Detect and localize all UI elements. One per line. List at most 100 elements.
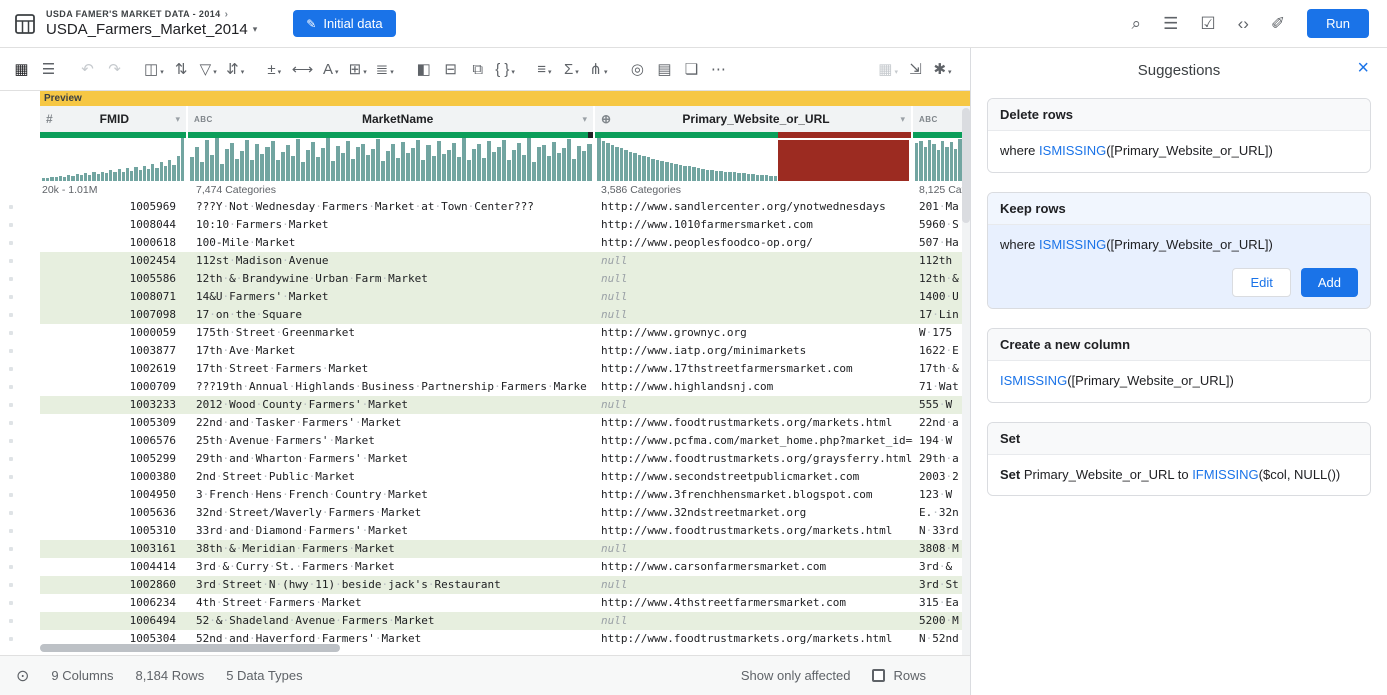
cell-fmid[interactable]: 1005636 xyxy=(40,504,188,522)
cell-primary-website[interactable]: http://www.foodtrustmarkets.org/markets.… xyxy=(595,630,913,648)
cell-market-name[interactable]: 3rd·Street·N·(hwy·11)·beside·jack's·Rest… xyxy=(188,576,595,594)
cell-fmid[interactable]: 1000059 xyxy=(40,324,188,342)
cell-primary-website[interactable]: http://www.iatp.org/minimarkets xyxy=(595,342,913,360)
suggestion-card-set[interactable]: SetSet Primary_Website_or_URL to IFMISSI… xyxy=(987,422,1371,497)
row-marker[interactable] xyxy=(0,450,40,468)
sample-icon[interactable]: ⋔▾ xyxy=(585,54,612,84)
table-row[interactable]: 100563632nd·Street/Waverly·Farmers·Marke… xyxy=(0,504,970,522)
row-marker[interactable] xyxy=(0,468,40,486)
initial-data-button[interactable]: ✎Initial data xyxy=(293,10,395,37)
close-icon[interactable]: × xyxy=(1357,58,1369,78)
union-icon[interactable]: ⇅ xyxy=(168,54,195,84)
table-row[interactable]: 10049503·French·Hens·French·Country·Mark… xyxy=(0,486,970,504)
row-marker[interactable] xyxy=(0,342,40,360)
export-icon[interactable]: ⇲ xyxy=(902,54,929,84)
edit-pen-icon[interactable]: ✐ xyxy=(1271,15,1285,32)
table-row[interactable]: 10028603rd·Street·N·(hwy·11)·beside·jack… xyxy=(0,576,970,594)
cell-primary-website[interactable]: null xyxy=(595,540,913,558)
split-icon[interactable]: ◧ xyxy=(410,54,437,84)
cell-fmid[interactable]: 1005299 xyxy=(40,450,188,468)
cell-market-name[interactable]: 3·French·Hens·French·Country·Market xyxy=(188,486,595,504)
table-row[interactable]: 10044143rd·&·Curry·St.·Farmers·Markethtt… xyxy=(0,558,970,576)
row-marker[interactable] xyxy=(0,558,40,576)
aggregate-icon[interactable]: Σ▾ xyxy=(558,54,585,84)
row-marker[interactable] xyxy=(0,252,40,270)
horizontal-scrollbar[interactable] xyxy=(40,644,340,652)
cell-primary-website[interactable]: null xyxy=(595,270,913,288)
table-row[interactable]: 1002454112st·Madison·Avenuenull112th xyxy=(0,252,970,270)
cell-market-name[interactable]: 17th·Ave·Market xyxy=(188,342,595,360)
table-row[interactable]: 100558612th·&·Brandywine·Urban·Farm·Mark… xyxy=(0,270,970,288)
breadcrumb[interactable]: USDA FAMER'S MARKET DATA - 2014› xyxy=(46,9,257,21)
formula-icon[interactable]: ±▾ xyxy=(261,54,288,84)
column-menu-icon[interactable]: ▾ xyxy=(175,114,180,125)
cell-market-name[interactable]: 100-Mile·Market xyxy=(188,234,595,252)
row-marker[interactable] xyxy=(0,414,40,432)
grid-view-icon[interactable]: ▦ xyxy=(8,54,35,84)
table-row[interactable]: 100804410:10·Farmers·Markethttp://www.10… xyxy=(0,216,970,234)
run-button[interactable]: Run xyxy=(1307,9,1369,38)
cell-market-name[interactable]: ???19th·Annual·Highlands·Business·Partne… xyxy=(188,378,595,396)
recipe-list-icon[interactable]: ☰ xyxy=(1163,15,1178,32)
cell-fmid[interactable]: 1008071 xyxy=(40,288,188,306)
row-marker[interactable] xyxy=(0,522,40,540)
cell-market-name[interactable]: 38th·&·Meridian·Farmers·Market xyxy=(188,540,595,558)
vertical-scrollbar[interactable] xyxy=(962,106,970,655)
row-marker[interactable] xyxy=(0,594,40,612)
rows-toggle[interactable]: Rows xyxy=(872,668,926,683)
missing-values-bar[interactable] xyxy=(778,140,909,181)
align-icon[interactable]: ≡▾ xyxy=(531,54,558,84)
row-marker[interactable] xyxy=(0,396,40,414)
cell-primary-website[interactable]: http://www.grownyc.org xyxy=(595,324,913,342)
cell-fmid[interactable]: 1006494 xyxy=(40,612,188,630)
cell-market-name[interactable]: 29th·and·Wharton·Farmers'·Market xyxy=(188,450,595,468)
cell-primary-website[interactable]: http://www.4thstreetfarmersmarket.com xyxy=(595,594,913,612)
scale-icon[interactable]: ⟷ xyxy=(288,54,318,84)
cell-fmid[interactable]: 1000709 xyxy=(40,378,188,396)
sort-icon[interactable]: ⇵▾ xyxy=(222,54,249,84)
cell-primary-website[interactable]: http://www.17thstreetfarmersmarket.com xyxy=(595,360,913,378)
dataset-title[interactable]: USDA_Farmers_Market_2014▾ xyxy=(46,21,257,38)
cell-fmid[interactable]: 1005586 xyxy=(40,270,188,288)
comment-icon[interactable]: ❏ xyxy=(678,54,705,84)
cell-market-name[interactable]: 52·&·Shadeland·Avenue·Farmers·Market xyxy=(188,612,595,630)
row-marker[interactable] xyxy=(0,432,40,450)
cell-primary-website[interactable]: null xyxy=(595,612,913,630)
cell-primary-website[interactable]: http://www.sandlercenter.org/ynotwednesd… xyxy=(595,198,913,216)
standardize-icon[interactable]: ◎ xyxy=(624,54,651,84)
cell-market-name[interactable]: 175th·Street·Greenmarket xyxy=(188,324,595,342)
cell-fmid[interactable]: 1008044 xyxy=(40,216,188,234)
table-row[interactable]: 100387717th·Ave·Markethttp://www.iatp.or… xyxy=(0,342,970,360)
cell-fmid[interactable]: 1005969 xyxy=(40,198,188,216)
row-marker[interactable] xyxy=(0,360,40,378)
cell-market-name[interactable]: 33rd·and·Diamond·Farmers'·Market xyxy=(188,522,595,540)
row-marker[interactable] xyxy=(0,504,40,522)
column-histogram[interactable] xyxy=(188,138,595,181)
column-header-Primary_Website_or_URL[interactable]: ⊕Primary_Website_or_URL▾ xyxy=(595,106,913,132)
suggestion-card-delete-rows[interactable]: Delete rowswhere ISMISSING([Primary_Webs… xyxy=(987,98,1371,173)
cell-primary-website[interactable]: http://www.foodtrustmarkets.org/markets.… xyxy=(595,414,913,432)
row-marker[interactable] xyxy=(0,324,40,342)
cell-primary-website[interactable]: http://www.32ndstreetmarket.org xyxy=(595,504,913,522)
table-row[interactable]: 100657625th·Avenue·Farmers'·Markethttp:/… xyxy=(0,432,970,450)
column-header-FMID[interactable]: #FMID▾ xyxy=(40,106,188,132)
search-icon[interactable]: ⌕ xyxy=(1132,15,1142,32)
cell-primary-website[interactable]: null xyxy=(595,252,913,270)
cell-fmid[interactable]: 1002860 xyxy=(40,576,188,594)
cell-fmid[interactable]: 1005310 xyxy=(40,522,188,540)
cell-market-name[interactable]: 32nd·Street/Waverly·Farmers·Market xyxy=(188,504,595,522)
cell-market-name[interactable]: 10:10·Farmers·Market xyxy=(188,216,595,234)
cell-fmid[interactable]: 1007098 xyxy=(40,306,188,324)
cell-fmid[interactable]: 1005309 xyxy=(40,414,188,432)
more-icon[interactable]: ⋯ xyxy=(705,54,732,84)
row-marker[interactable] xyxy=(0,540,40,558)
eye-icon[interactable]: ⊙ xyxy=(16,666,29,686)
row-marker[interactable] xyxy=(0,216,40,234)
table-row[interactable]: 1000709???19th·Annual·Highlands·Business… xyxy=(0,378,970,396)
cell-primary-website[interactable]: http://www.foodtrustmarkets.org/markets.… xyxy=(595,522,913,540)
merge-icon[interactable]: ⊞▾ xyxy=(344,54,371,84)
cell-market-name[interactable]: 4th·Street·Farmers·Market xyxy=(188,594,595,612)
cell-market-name[interactable]: 2nd·Street·Public·Market xyxy=(188,468,595,486)
column-histogram[interactable] xyxy=(595,138,913,181)
code-icon[interactable]: ‹› xyxy=(1238,15,1249,32)
